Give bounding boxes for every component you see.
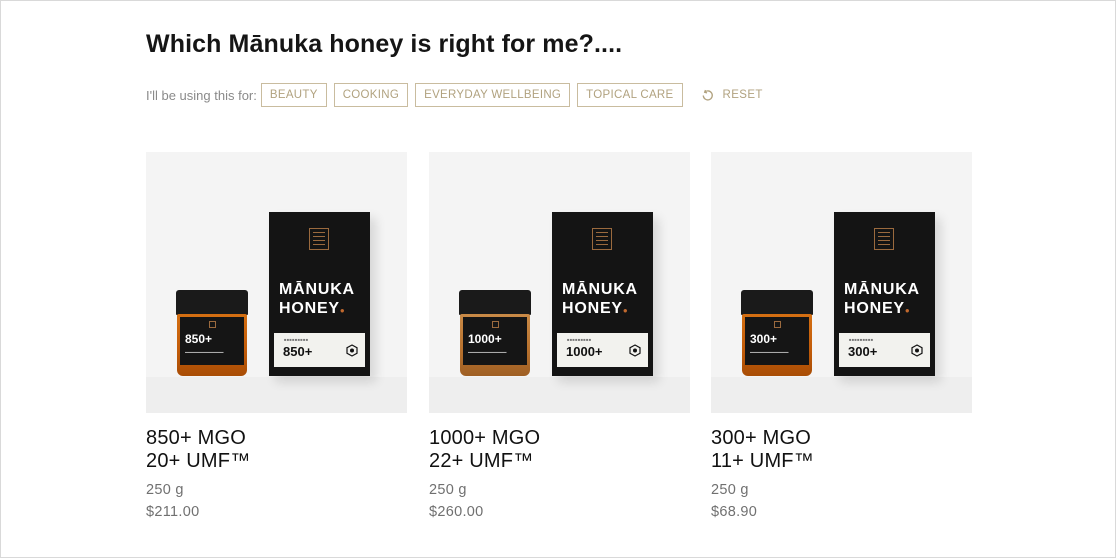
product-image-floor — [146, 377, 407, 413]
product-image-floor — [429, 377, 690, 413]
box-grade-number: 1000+ — [566, 344, 603, 359]
honey-jar: 850+ ▬▬▬▬▬▬▬▬▬▬▬ — [176, 290, 248, 377]
product-name[interactable]: 1000+ MGO 22+ UMF™ — [429, 427, 690, 473]
product-mgo: 850+ MGO — [146, 427, 246, 449]
product-image[interactable]: MĀNUKA HONEY● ■■■■■■■■■ 300+ 300+ ▬▬▬▬▬▬… — [711, 152, 972, 413]
reset-button[interactable]: RESET — [700, 88, 763, 103]
filter-chip-beauty[interactable]: BEAUTY — [260, 83, 327, 107]
filter-chip-topical-care[interactable]: TOPICAL CARE — [577, 83, 683, 107]
product-card[interactable]: MĀNUKA HONEY● ■■■■■■■■■ 850+ 850+ ▬▬▬▬▬▬… — [146, 152, 407, 520]
product-name[interactable]: 300+ MGO 11+ UMF™ — [711, 427, 972, 473]
jar-grade-number: 300+ — [750, 332, 778, 346]
product-box: MĀNUKA HONEY● ■■■■■■■■■ 300+ — [834, 212, 935, 376]
jar-label: 850+ ▬▬▬▬▬▬▬▬▬▬▬ — [180, 317, 244, 365]
box-grade-label: ■■■■■■■■■ 1000+ — [557, 333, 648, 367]
umf-hexagon-icon — [629, 344, 641, 357]
product-image[interactable]: MĀNUKA HONEY● ■■■■■■■■■ 1000+ 1000+ ▬▬▬▬… — [429, 152, 690, 413]
box-grade-label: ■■■■■■■■■ 850+ — [274, 333, 365, 367]
product-mgo: 1000+ MGO — [429, 427, 541, 449]
page-title: Which Mānuka honey is right for me?.... — [146, 30, 623, 58]
product-umf: 22+ UMF™ — [429, 450, 534, 472]
product-umf: 11+ UMF™ — [711, 450, 814, 472]
box-grade-number: 850+ — [283, 344, 313, 359]
brand-logo-icon — [309, 228, 329, 250]
box-brand-title: MĀNUKA HONEY● — [844, 281, 920, 317]
jar-label: 300+ ▬▬▬▬▬▬▬▬▬▬▬ — [745, 317, 809, 365]
filter-chip-everyday-wellbeing[interactable]: EVERYDAY WELLBEING — [415, 83, 571, 107]
product-image[interactable]: MĀNUKA HONEY● ■■■■■■■■■ 850+ 850+ ▬▬▬▬▬▬… — [146, 152, 407, 413]
product-box: MĀNUKA HONEY● ■■■■■■■■■ 850+ — [269, 212, 370, 376]
filter-label: I'll be using this for: — [146, 87, 257, 103]
product-umf: 20+ UMF™ — [146, 450, 251, 472]
reset-icon — [702, 89, 713, 101]
jar-body: 1000+ ▬▬▬▬▬▬▬▬▬▬▬ — [460, 314, 530, 376]
product-card[interactable]: MĀNUKA HONEY● ■■■■■■■■■ 300+ 300+ ▬▬▬▬▬▬… — [711, 152, 972, 520]
reset-label: RESET — [722, 89, 763, 101]
jar-label: 1000+ ▬▬▬▬▬▬▬▬▬▬▬ — [463, 317, 527, 365]
product-image-floor — [711, 377, 972, 413]
product-mgo: 300+ MGO — [711, 427, 811, 449]
product-name[interactable]: 850+ MGO 20+ UMF™ — [146, 427, 407, 473]
jar-body: 300+ ▬▬▬▬▬▬▬▬▬▬▬ — [742, 314, 812, 376]
product-size: 250 g — [146, 482, 184, 498]
jar-lid — [741, 290, 813, 315]
product-price: $68.90 — [711, 504, 758, 520]
filter-chip-cooking[interactable]: COOKING — [333, 83, 409, 107]
brand-logo-icon — [592, 228, 612, 250]
umf-hexagon-icon — [346, 344, 358, 357]
product-price: $211.00 — [146, 504, 200, 520]
product-card[interactable]: MĀNUKA HONEY● ■■■■■■■■■ 1000+ 1000+ ▬▬▬▬… — [429, 152, 690, 520]
product-size: 250 g — [429, 482, 467, 498]
product-price: $260.00 — [429, 504, 484, 520]
jar-body: 850+ ▬▬▬▬▬▬▬▬▬▬▬ — [177, 314, 247, 376]
usage-filter-bar: I'll be using this for: BEAUTY COOKING E… — [146, 82, 763, 108]
honey-jar: 1000+ ▬▬▬▬▬▬▬▬▬▬▬ — [459, 290, 531, 377]
box-brand-title: MĀNUKA HONEY● — [562, 281, 638, 317]
box-grade-number: 300+ — [848, 344, 878, 359]
product-size: 250 g — [711, 482, 749, 498]
product-box: MĀNUKA HONEY● ■■■■■■■■■ 1000+ — [552, 212, 653, 376]
jar-grade-number: 1000+ — [468, 332, 502, 346]
box-grade-label: ■■■■■■■■■ 300+ — [839, 333, 930, 367]
umf-hexagon-icon — [911, 344, 923, 357]
box-brand-title: MĀNUKA HONEY● — [279, 281, 355, 317]
jar-lid — [176, 290, 248, 315]
brand-logo-icon — [874, 228, 894, 250]
jar-grade-number: 850+ — [185, 332, 213, 346]
jar-lid — [459, 290, 531, 315]
honey-jar: 300+ ▬▬▬▬▬▬▬▬▬▬▬ — [741, 290, 813, 377]
